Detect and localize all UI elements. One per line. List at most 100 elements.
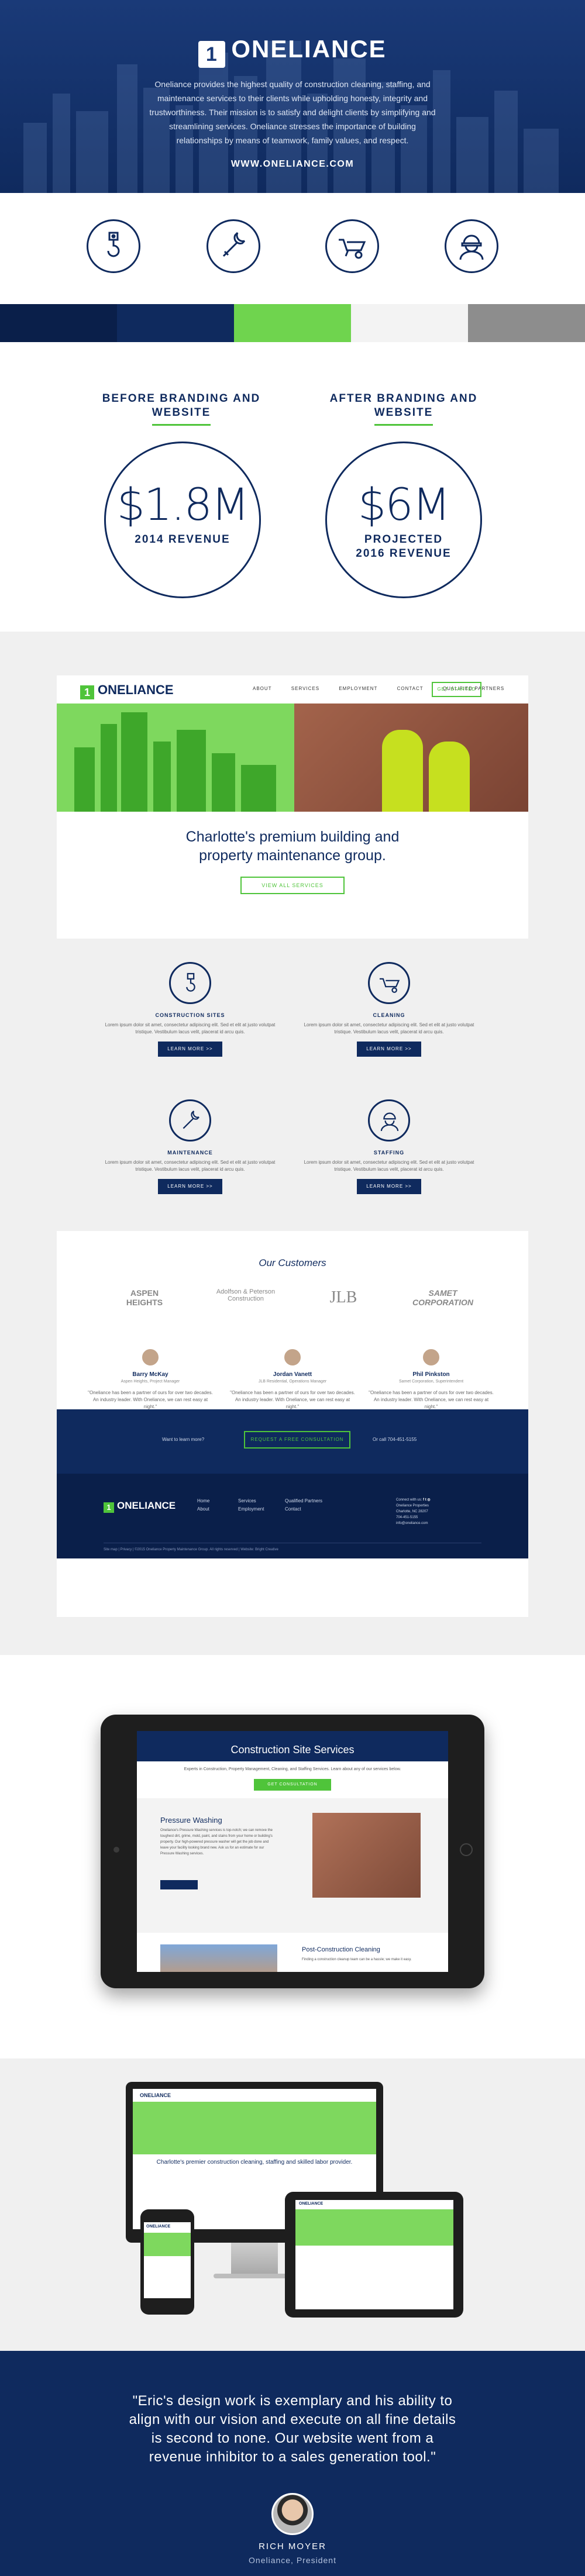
- camera-icon: [113, 1847, 119, 1853]
- nav-item[interactable]: ABOUT: [253, 686, 272, 691]
- customer-logo: Adolfson & Peterson Construction: [216, 1288, 276, 1302]
- nav-menu: ABOUT SERVICES EMPLOYMENT CONTACT QUALIF…: [253, 686, 522, 691]
- get-started-button[interactable]: GET STARTED: [432, 682, 481, 697]
- testimonial-role: Aspen Heights, Project Manager: [121, 1380, 180, 1384]
- testimonial: Barry McKay Aspen Heights, Project Manag…: [86, 1348, 215, 1411]
- contact-line: Charlotte, NC 28207: [396, 1510, 428, 1513]
- palette-swatch: [351, 304, 468, 342]
- cta-left-text: Want to learn more?: [162, 1437, 205, 1442]
- instagram-icon[interactable]: ◎: [427, 1498, 430, 1502]
- site-logo[interactable]: 1 ONELIANCE: [80, 682, 174, 699]
- client-name: RICH MOYER: [259, 2541, 326, 2551]
- tablet-landscape-screen: ONELIANCE: [295, 2200, 453, 2309]
- service-card: CLEANING Lorem ipsum dolor sit amet, con…: [295, 962, 483, 1057]
- service-desc: Lorem ipsum dolor sit amet, consectetur …: [105, 1160, 276, 1172]
- tablet-screen: Construction Site Services Experts in Co…: [137, 1731, 448, 1972]
- contact-line: info@oneliance.com: [396, 1522, 428, 1525]
- phone-logo: ONELIANCE: [146, 2225, 171, 2229]
- mini-banner: [133, 2102, 376, 2154]
- client-quote: "Eric's design work is exemplary and his…: [129, 2393, 456, 2465]
- learn-more-button[interactable]: LEARN MORE >>: [158, 1179, 222, 1194]
- tablet-mockup-section: Construction Site Services Experts in Co…: [0, 1655, 585, 2058]
- testimonial-name: Phil Pinkston: [412, 1371, 450, 1378]
- testimonial: Phil Pinkston Samet Corporation, Superin…: [367, 1348, 495, 1411]
- phone-screen: ONELIANCE: [144, 2222, 191, 2298]
- before-divider: [152, 424, 211, 426]
- footer-contact: Connect with us: f t ◎ Oneliance Propert…: [396, 1497, 431, 1526]
- palette-swatch: [117, 304, 234, 342]
- after-revenue-value: $6M: [357, 478, 450, 530]
- request-consultation-button[interactable]: REQUEST A FREE CONSULTATION: [244, 1431, 350, 1449]
- footer-col: Services Employment: [238, 1497, 264, 1513]
- cta-bar: Want to learn more? REQUEST A FREE CONSU…: [57, 1409, 528, 1474]
- testimonial-name: Barry McKay: [132, 1371, 168, 1378]
- wrench-icon: [169, 1099, 211, 1142]
- learn-more-button[interactable]: LEARN MORE >>: [357, 1042, 421, 1057]
- facebook-icon[interactable]: f: [423, 1498, 424, 1502]
- wrench-icon: [207, 219, 260, 273]
- twitter-icon[interactable]: t: [425, 1498, 426, 1502]
- mini-tagline: Charlotte's premier construction cleanin…: [156, 2159, 353, 2165]
- wheelbarrow-icon: [368, 962, 410, 1004]
- hero-logo: 1 ONELIANCE: [0, 35, 585, 68]
- homepage-panel: 1 ONELIANCE ABOUT SERVICES EMPLOYMENT CON…: [57, 675, 528, 939]
- worker-icon: [368, 1099, 410, 1142]
- icons-section: [0, 193, 585, 304]
- customers-panel: Our Customers ASPEN HEIGHTS Adolfson & P…: [57, 1231, 528, 1617]
- after-divider: [374, 424, 433, 426]
- before-revenue-circle: $1.8M 2014 REVENUE: [104, 442, 261, 598]
- workers-photo: [294, 704, 528, 812]
- after-revenue-circle: $6M PROJECTED 2016 REVENUE: [325, 442, 482, 598]
- service-desc: Lorem ipsum dolor sit amet, consectetur …: [304, 1160, 474, 1172]
- footer-col: Home About: [197, 1497, 209, 1513]
- cta-phone-text: Or call 704-451-5155: [373, 1437, 417, 1442]
- customer-logo: ASPEN HEIGHTS: [126, 1288, 163, 1307]
- pressure-washing-button[interactable]: [160, 1880, 198, 1889]
- footer-link[interactable]: Contact: [285, 1505, 322, 1513]
- testimonial-quote: "Oneliance has been a partner of ours fo…: [88, 1390, 213, 1409]
- pressure-washing-photo: [312, 1813, 421, 1898]
- service-detail-area: Pressure Washing Oneliance's Pressure Wa…: [137, 1798, 448, 1933]
- testimonial-name: Jordan Vanett: [273, 1371, 312, 1378]
- service-card: STAFFING Lorem ipsum dolor sit amet, con…: [295, 1099, 483, 1194]
- avatar: [141, 1348, 160, 1367]
- phone-banner: [144, 2233, 191, 2256]
- nav-item[interactable]: EMPLOYMENT: [339, 686, 377, 691]
- footer-bottom: Site map | Privacy | ©2015 Oneliance Pro…: [104, 1543, 481, 1551]
- service-title: STAFFING: [373, 1150, 405, 1156]
- get-consultation-button[interactable]: GET CONSULTATION: [254, 1779, 331, 1791]
- before-after-section: BEFORE BRANDING AND WEBSITE $1.8M 2014 R…: [0, 342, 585, 632]
- view-all-services-button[interactable]: VIEW ALL SERVICES: [240, 877, 345, 894]
- testimonial-role: JLB Residential, Operations Manager: [258, 1380, 327, 1384]
- testimonial-quote-section: "Eric's design work is exemplary and his…: [0, 2351, 585, 2576]
- footer-link[interactable]: About: [197, 1505, 209, 1513]
- hero-url-link[interactable]: WWW.ONELIANCE.COM: [0, 159, 585, 170]
- mini-logo: ONELIANCE: [133, 2089, 376, 2102]
- learn-more-button[interactable]: LEARN MORE >>: [158, 1042, 222, 1057]
- footer-logo-text: ONELIANCE: [117, 1500, 176, 1511]
- footer-link[interactable]: Employment: [238, 1505, 264, 1513]
- avatar: [422, 1348, 441, 1367]
- hero-description: Oneliance provides the highest quality o…: [149, 80, 436, 145]
- learn-more-button[interactable]: LEARN MORE >>: [357, 1179, 421, 1194]
- desktop-base: [214, 2274, 295, 2278]
- service-card: CONSTRUCTION SITES Lorem ipsum dolor sit…: [97, 962, 284, 1057]
- footer-link[interactable]: Home: [197, 1497, 209, 1505]
- footer-logo[interactable]: 1 ONELIANCE: [104, 1500, 176, 1513]
- service-desc: Lorem ipsum dolor sit amet, consectetur …: [304, 1022, 474, 1034]
- nav-item[interactable]: CONTACT: [397, 686, 424, 691]
- testimonial-quote: "Oneliance has been a partner of ours fo…: [230, 1390, 355, 1409]
- nav-item[interactable]: SERVICES: [291, 686, 319, 691]
- before-title: BEFORE BRANDING AND WEBSITE: [102, 392, 261, 419]
- footer-link[interactable]: Services: [238, 1497, 264, 1505]
- color-palette: [0, 304, 585, 342]
- contact-line: Oneliance Properties: [396, 1504, 429, 1508]
- customer-logo: SAMET CORPORATION: [412, 1288, 473, 1307]
- avatar: [283, 1348, 302, 1367]
- post-construction-desc: Finding a construction cleanup team can …: [302, 1958, 412, 1961]
- post-construction-title: Post-Construction Cleaning: [302, 1946, 380, 1953]
- before-revenue-value: $1.8M: [116, 478, 250, 530]
- tablet-banner: [295, 2209, 453, 2246]
- footer-link[interactable]: Qualified Partners: [285, 1497, 322, 1505]
- pressure-washing-title: Pressure Washing: [160, 1816, 222, 1825]
